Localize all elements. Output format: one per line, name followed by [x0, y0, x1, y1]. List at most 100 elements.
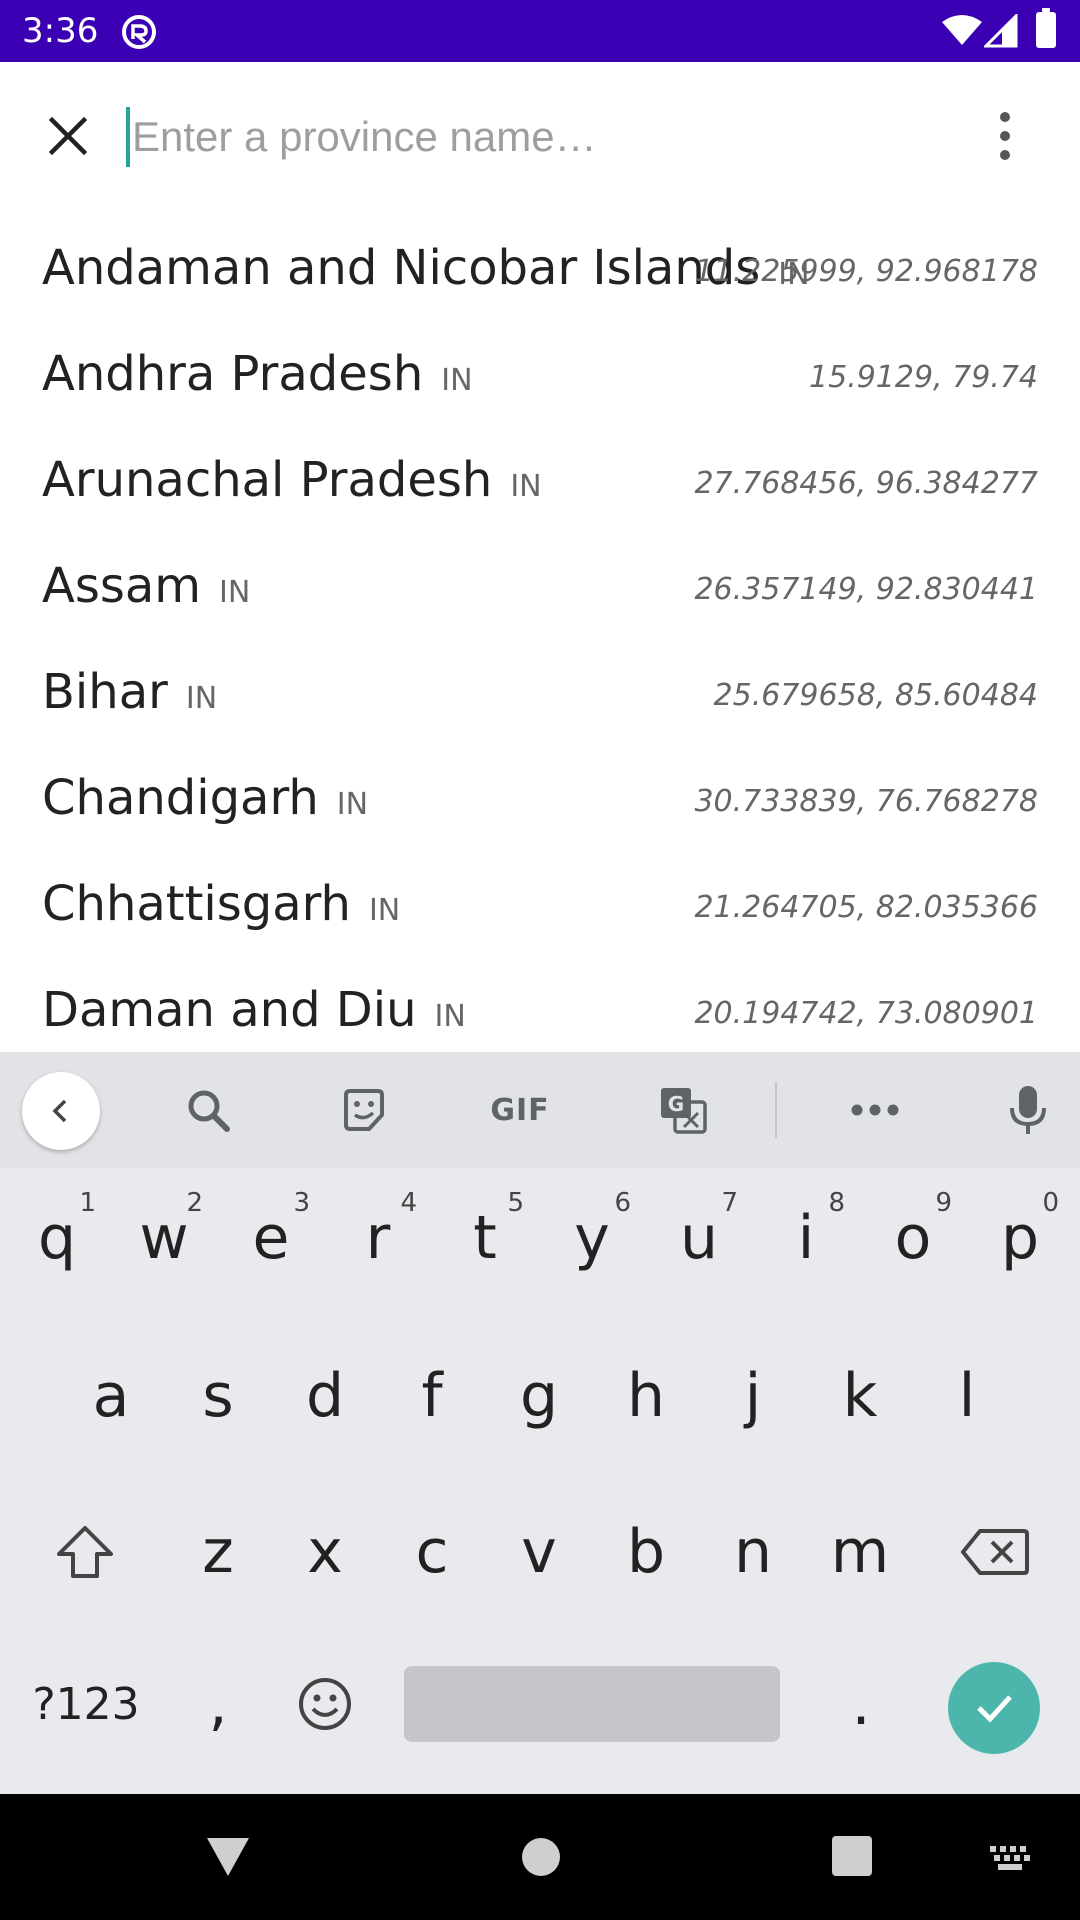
backspace-key[interactable] — [940, 1492, 1050, 1612]
province-name: Chhattisgarh — [42, 876, 351, 932]
nav-back-button[interactable] — [205, 1836, 251, 1878]
list-item[interactable]: Arunachal Pradesh IN 27.768456, 96.384277 — [0, 432, 1080, 538]
translate-icon: G — [661, 1088, 707, 1134]
key-j[interactable]: j — [700, 1336, 806, 1456]
key-c[interactable]: c — [379, 1492, 485, 1612]
shift-key[interactable] — [30, 1492, 140, 1612]
status-time: 3:36 — [22, 11, 99, 51]
search-toolbar — [0, 62, 1080, 210]
voice-input-button[interactable] — [1000, 1082, 1056, 1138]
svg-text:G: G — [668, 1092, 684, 1116]
province-list: Andaman and Nicobar Islands IN 11.225999,… — [0, 220, 1080, 1052]
soft-keyboard: GIF G q1 w2 e3 r4 t5 y6 u7 i 8 o 9 p 0 a… — [0, 1052, 1080, 1794]
key-r[interactable]: r4 — [325, 1178, 431, 1298]
overflow-menu-icon — [1000, 112, 1010, 122]
key-m[interactable]: m — [807, 1492, 913, 1612]
backspace-icon — [961, 1529, 1029, 1575]
wifi-icon — [942, 15, 982, 45]
shift-icon — [57, 1526, 113, 1578]
list-item[interactable]: Andhra Pradesh IN 15.9129, 79.74 — [0, 326, 1080, 432]
sticker-button[interactable] — [336, 1082, 392, 1138]
key-i[interactable]: i8 — [753, 1178, 859, 1298]
translate-button[interactable]: G — [655, 1082, 711, 1138]
key-e[interactable]: e3 — [218, 1178, 324, 1298]
key-t[interactable]: t5 — [432, 1178, 538, 1298]
key-z[interactable]: z — [165, 1492, 271, 1612]
check-icon — [977, 1695, 1012, 1723]
list-item[interactable]: Chandigarh IN 30.733839, 76.768278 — [0, 750, 1080, 856]
nav-recents-button[interactable] — [832, 1836, 872, 1876]
province-name: Andaman and Nicobar Islands — [42, 240, 761, 296]
key-k[interactable]: k — [807, 1336, 913, 1456]
country-code: IN — [219, 575, 251, 610]
key-g[interactable]: g — [486, 1336, 592, 1456]
country-code: IN — [185, 681, 218, 716]
comma-key[interactable]: , — [168, 1644, 268, 1764]
list-item[interactable]: Andaman and Nicobar Islands IN 11.225999,… — [0, 220, 1080, 326]
more-icon — [851, 1104, 899, 1116]
close-button[interactable] — [40, 108, 96, 164]
toolbar-divider — [775, 1082, 777, 1138]
navigation-bar — [0, 1794, 1080, 1920]
key-x[interactable]: x — [272, 1492, 378, 1612]
province-coordinates: 25.679658, 85.60484 — [713, 678, 1038, 713]
keyboard-toolbar: GIF G — [0, 1052, 1080, 1168]
enter-key[interactable] — [948, 1662, 1040, 1754]
province-coordinates: 21.264705, 82.035366 — [694, 890, 1038, 925]
key-b[interactable]: b — [593, 1492, 699, 1612]
app-notification-icon — [122, 15, 156, 49]
search-icon — [188, 1090, 230, 1132]
country-code: IN — [434, 999, 466, 1034]
list-item[interactable]: Bihar IN 25.679658, 85.60484 — [0, 644, 1080, 750]
nav-home-button[interactable] — [522, 1838, 560, 1876]
province-coordinates: 26.357149, 92.830441 — [694, 572, 1038, 607]
list-item[interactable]: Assam IN 26.357149, 92.830441 — [0, 538, 1080, 644]
key-l[interactable]: l — [914, 1336, 1020, 1456]
key-o[interactable]: o9 — [860, 1178, 966, 1298]
symbols-key[interactable]: ?123 — [16, 1644, 156, 1764]
key-n[interactable]: n — [700, 1492, 806, 1612]
province-coordinates: 20.194742, 73.080901 — [694, 996, 1038, 1031]
overflow-menu-button[interactable] — [980, 108, 1030, 164]
key-a[interactable]: a — [58, 1336, 164, 1456]
battery-icon — [1036, 8, 1056, 48]
province-search-input[interactable] — [126, 107, 966, 167]
signal-icon — [984, 14, 1018, 48]
gif-button[interactable]: GIF — [480, 1082, 560, 1138]
period-key[interactable]: . — [806, 1644, 916, 1764]
key-h[interactable]: h — [593, 1336, 699, 1456]
province-name: Chandigarh — [42, 770, 319, 826]
keyboard-switch-icon[interactable] — [988, 1844, 1032, 1872]
close-icon — [48, 116, 88, 156]
province-coordinates: 11.225999, 92.968178 — [694, 254, 1038, 289]
province-name: Daman and Diu — [42, 982, 417, 1038]
key-w[interactable]: w2 — [111, 1178, 217, 1298]
key-q[interactable]: q1 — [4, 1178, 110, 1298]
more-options-button[interactable] — [845, 1082, 905, 1138]
province-name: Assam — [42, 558, 202, 614]
list-item[interactable]: Daman and Diu IN 20.194742, 73.080901 — [0, 962, 1080, 1052]
province-coordinates: 15.9129, 79.74 — [808, 360, 1038, 395]
sticker-icon — [344, 1089, 384, 1131]
emoji-icon — [299, 1678, 351, 1730]
country-code: IN — [510, 469, 542, 504]
province-name: Andhra Pradesh — [42, 346, 424, 402]
key-d[interactable]: d — [272, 1336, 378, 1456]
country-code: IN — [441, 363, 473, 398]
emoji-key[interactable] — [270, 1644, 380, 1764]
country-code: IN — [336, 787, 369, 822]
province-coordinates: 30.733839, 76.768278 — [694, 784, 1038, 819]
keyboard-collapse-button[interactable] — [22, 1072, 100, 1150]
space-key[interactable] — [404, 1666, 780, 1742]
key-s[interactable]: s — [165, 1336, 271, 1456]
keyboard-search-button[interactable] — [180, 1082, 236, 1138]
key-y[interactable]: y6 — [539, 1178, 645, 1298]
key-f[interactable]: f — [379, 1336, 485, 1456]
mic-icon — [1010, 1086, 1046, 1134]
key-u[interactable]: u7 — [646, 1178, 752, 1298]
key-p[interactable]: p0 — [967, 1178, 1073, 1298]
province-coordinates: 27.768456, 96.384277 — [694, 466, 1038, 501]
list-item[interactable]: Chhattisgarh IN 21.264705, 82.035366 — [0, 856, 1080, 962]
key-v[interactable]: v — [486, 1492, 592, 1612]
status-bar: 3:36 — [0, 0, 1080, 62]
